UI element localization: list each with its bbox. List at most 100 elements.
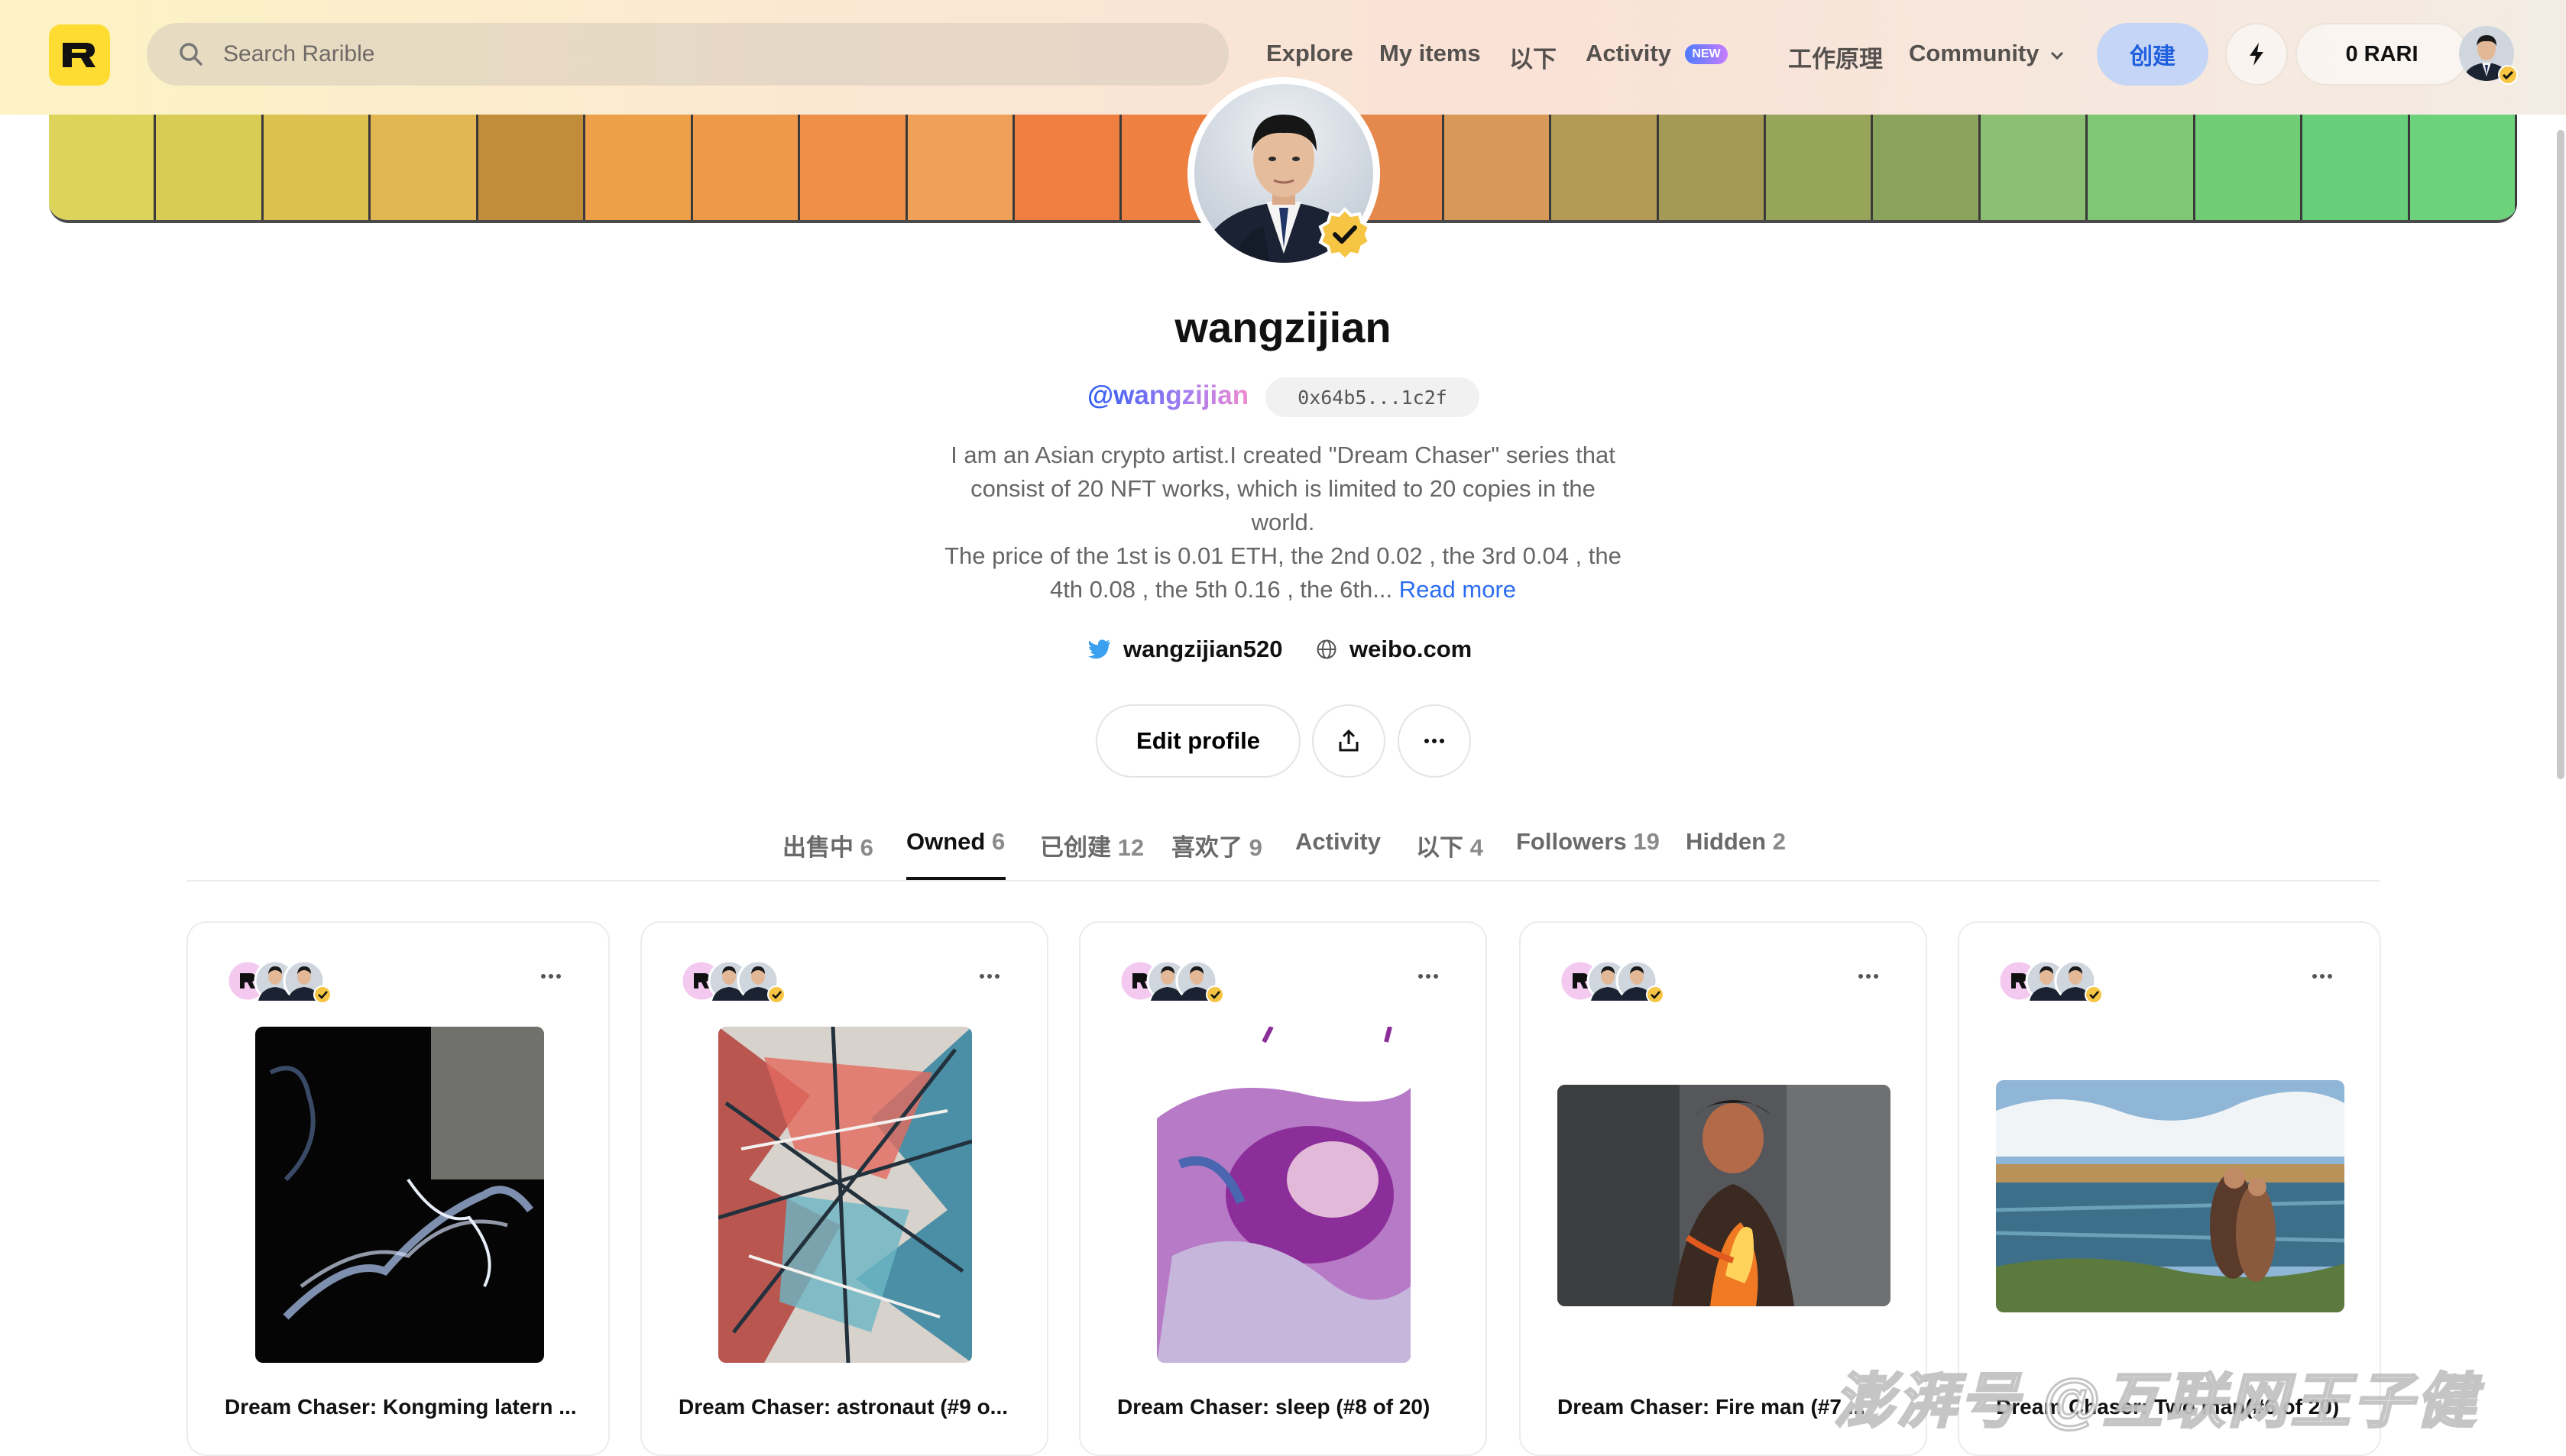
rarible-logo-icon	[63, 43, 96, 67]
search-bar[interactable]: Search Rarible	[147, 23, 1229, 86]
bio-line: The price of the 1st is 0.01 ETH, the 2n…	[944, 542, 1622, 569]
globe-icon	[1317, 639, 1336, 659]
nft-title[interactable]: Dream Chaser: sleep (#8 of 20)	[1117, 1395, 1430, 1419]
nft-artwork-image[interactable]	[1157, 1027, 1411, 1363]
twitter-handle: wangzijian520	[1123, 636, 1283, 662]
card-owner-avatars[interactable]	[679, 956, 801, 1005]
more-options-button[interactable]	[1398, 704, 1471, 778]
tab-following[interactable]: 以下 4	[1416, 828, 1483, 862]
banner-cell	[49, 115, 157, 220]
nft-artwork-image[interactable]	[255, 1027, 544, 1363]
website-url: weibo.com	[1349, 636, 1473, 662]
read-more-link[interactable]: Read more	[1399, 576, 1516, 603]
banner-cell	[1443, 115, 1552, 220]
nav-activity[interactable]: Activity	[1586, 40, 1671, 67]
card-more-icon[interactable]	[2309, 970, 2335, 984]
banner-cell	[1014, 115, 1123, 220]
twitter-link[interactable]: wangzijian520	[1088, 636, 1282, 663]
new-badge: NEW	[1685, 44, 1728, 64]
share-button[interactable]	[1312, 704, 1385, 778]
header-avatar[interactable]	[2457, 24, 2518, 85]
watermark-text: 澎湃号 @互联网王子健	[1833, 1367, 2479, 1436]
bio-line: world.	[1251, 509, 1315, 535]
card-owner-avatars[interactable]	[1996, 956, 2118, 1005]
banner-cell	[478, 115, 586, 220]
share-icon	[1339, 729, 1359, 752]
profile-avatar	[1187, 76, 1381, 270]
tab-label: 已创建	[1040, 834, 1111, 861]
banner-cell	[800, 115, 908, 220]
tab-hidden[interactable]: Hidden 2	[1686, 828, 1786, 856]
banner-cell	[2195, 115, 2303, 220]
tab-created[interactable]: 已创建 12	[1040, 828, 1144, 862]
profile-handle[interactable]: @wangzijian	[1087, 380, 1249, 411]
tabs-divider	[186, 880, 2380, 882]
profile-bio: I am an Asian crypto artist.I created "D…	[901, 438, 1665, 607]
create-button[interactable]: 创建	[2097, 23, 2208, 86]
wallet-address-pill[interactable]: 0x64b5...1c2f	[1265, 377, 1479, 417]
verified-badge-icon	[2498, 65, 2518, 85]
rari-balance-button[interactable]: 0 RARI	[2295, 23, 2468, 86]
banner-cell	[2302, 115, 2410, 220]
banner-cell	[692, 115, 801, 220]
nft-title[interactable]: Dream Chaser: Fire man (#7 ...	[1557, 1395, 1865, 1419]
tab-label: Owned	[906, 828, 986, 855]
tab-count: 9	[1249, 834, 1262, 861]
nav-my-items[interactable]: My items	[1379, 40, 1481, 67]
card-owner-avatars[interactable]	[1557, 956, 1680, 1005]
banner-cell	[1873, 115, 1981, 220]
bio-line: consist of 20 NFT works, which is limite…	[970, 475, 1596, 502]
bio-line: 4th 0.08 , the 5th 0.16 , the 6th...	[1049, 576, 1393, 603]
tab-count: 19	[1633, 828, 1660, 855]
search-placeholder: Search Rarible	[223, 41, 375, 66]
banner-cell	[1980, 115, 2088, 220]
tab-count: 2	[1772, 828, 1786, 855]
card-more-icon[interactable]	[1415, 970, 1441, 984]
nav-how-it-works[interactable]: 工作原理	[1788, 40, 1883, 74]
card-owner-avatars[interactable]	[1117, 956, 1239, 1005]
nav-community[interactable]: Community	[1909, 40, 2065, 67]
edit-profile-button[interactable]: Edit profile	[1096, 704, 1301, 778]
tab-owned[interactable]: Owned 6	[906, 828, 1005, 856]
nft-artwork-image[interactable]	[718, 1027, 972, 1363]
tab-on-sale[interactable]: 出售中 6	[782, 828, 873, 862]
twitter-icon	[1088, 639, 1110, 659]
tab-label: Followers	[1516, 828, 1627, 855]
tab-count: 6	[991, 828, 1006, 855]
card-owner-avatars[interactable]	[225, 956, 347, 1005]
website-link[interactable]: weibo.com	[1316, 636, 1472, 663]
watermark: 澎湃号 @互联网王子健	[1833, 1354, 2479, 1439]
tab-label: 喜欢了	[1171, 834, 1243, 861]
banner-cell	[2409, 115, 2517, 220]
page-scrollbar[interactable]	[2557, 130, 2564, 779]
profile-name: wangzijian	[1174, 303, 1392, 351]
nft-artwork-image[interactable]	[1996, 1080, 2344, 1312]
tab-count: 6	[860, 834, 873, 861]
card-more-icon[interactable]	[538, 970, 564, 984]
rarible-logo[interactable]	[49, 24, 110, 86]
nft-card[interactable]: Dream Chaser: Kongming latern ...	[186, 921, 610, 1456]
chevron-down-icon	[2051, 51, 2064, 60]
card-more-icon[interactable]	[977, 970, 1003, 984]
nav-following[interactable]: 以下	[1509, 40, 1557, 74]
card-more-icon[interactable]	[1855, 970, 1881, 984]
nft-card[interactable]: Dream Chaser: astronaut (#9 o...	[640, 921, 1048, 1456]
tab-followers[interactable]: Followers 19	[1516, 828, 1660, 856]
tab-count: 4	[1469, 834, 1483, 861]
tab-liked[interactable]: 喜欢了 9	[1171, 828, 1262, 862]
nft-title[interactable]: Dream Chaser: astronaut (#9 o...	[679, 1395, 1008, 1419]
nft-artwork-image[interactable]	[1557, 1085, 1890, 1306]
tab-activity[interactable]: Activity	[1295, 828, 1381, 856]
lightning-icon	[2250, 43, 2263, 66]
tab-label: 以下	[1416, 834, 1463, 861]
banner-cell	[263, 115, 371, 220]
profile-tabs: 出售中 6 Owned 6 已创建 12 喜欢了 9 Activity 以下 4…	[0, 828, 2566, 883]
nft-title[interactable]: Dream Chaser: Kongming latern ...	[225, 1395, 577, 1419]
nav-explore[interactable]: Explore	[1266, 40, 1353, 67]
nft-card[interactable]: Dream Chaser: sleep (#8 of 20)	[1079, 921, 1487, 1456]
lightning-button[interactable]	[2225, 23, 2288, 86]
verified-badge-icon	[1318, 207, 1372, 262]
tab-label: Hidden	[1686, 828, 1767, 855]
search-icon	[180, 43, 202, 66]
banner-cell	[156, 115, 264, 220]
